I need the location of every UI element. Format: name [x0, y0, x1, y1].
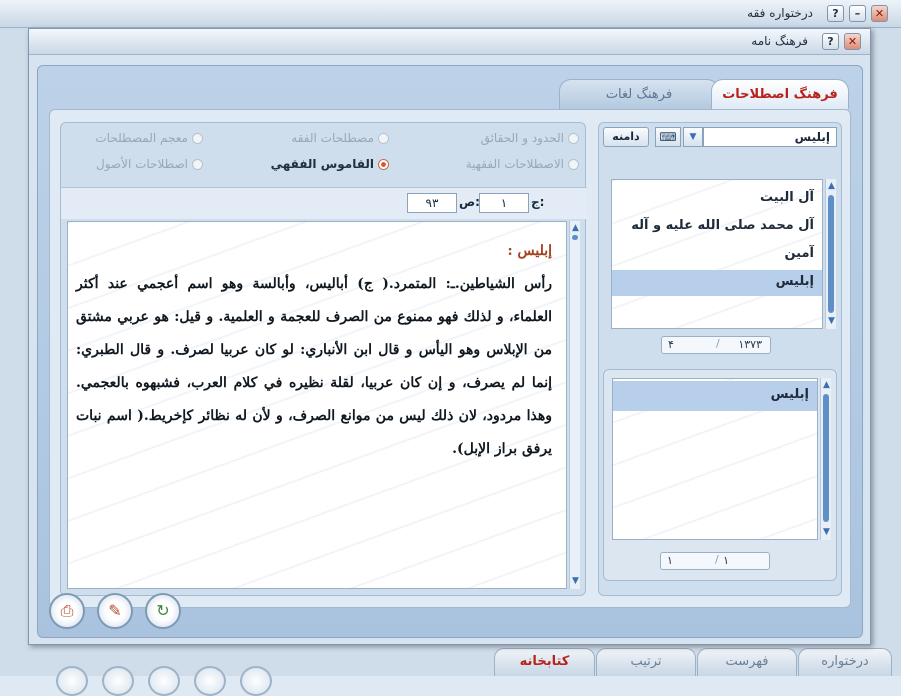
volume-field[interactable]: ۱: [479, 193, 529, 213]
outer-window-title: درختواره فقه: [747, 6, 813, 20]
inner-help-button[interactable]: ?: [822, 33, 839, 50]
scroll-up-icon[interactable]: ▲: [570, 223, 581, 234]
outer-titlebar: ✕ – ? درختواره فقه: [0, 0, 901, 28]
scroll-down-icon[interactable]: ▼: [826, 316, 837, 327]
result-list-item[interactable]: إبليس: [771, 387, 809, 402]
domain-button[interactable]: دامنه: [603, 127, 649, 147]
entry-textbox: إبليس : رأس الشياطين.ـ: المتمرد.( ج) أبال…: [67, 221, 567, 589]
outer-close-button[interactable]: ✕: [871, 5, 888, 22]
scroll-thumb[interactable]: [828, 195, 834, 313]
radio-qamus[interactable]: القاموس الفقهي: [271, 157, 389, 171]
term-list-item[interactable]: آل محمد صلى الله عليه و آله: [631, 218, 814, 233]
radio-hudud[interactable]: الحدود و الحقائق: [481, 131, 579, 145]
term-list-item[interactable]: آل البيت: [760, 190, 814, 205]
radio-dot: [192, 159, 203, 170]
outer-help-button[interactable]: ?: [827, 5, 844, 22]
tab-terms-glossary[interactable]: فرهنگ اصطلاحات: [711, 79, 849, 109]
glossary-window: ✕ ? فرهنگ نامه فرهنگ اصطلاحات فرهنگ لغات…: [28, 28, 871, 645]
result-counter-total: ۱: [723, 554, 729, 567]
term-list[interactable]: آل البيت آل محمد صلى الله عليه و آله آمي…: [611, 179, 823, 329]
radio-dot: [378, 159, 389, 170]
result-list-scrollbar[interactable]: ▲ ▼: [820, 378, 831, 540]
term-counter-total: ۱۳۷۳: [738, 338, 762, 351]
term-counter: ۱۳۷۳ / ۴: [661, 336, 771, 354]
dropdown-chevron-icon[interactable]: ▼: [683, 127, 703, 147]
bottom-tab-order[interactable]: ترتیب: [596, 648, 696, 676]
tab-dictionary[interactable]: فرهنگ لغات: [559, 79, 719, 109]
radio-mujam[interactable]: معجم المصطلحات: [95, 131, 203, 145]
radio-dot: [568, 133, 579, 144]
radio-label: اصطلاحات الأصول: [96, 157, 188, 171]
counter-divider: /: [715, 553, 719, 566]
radio-mustalahat-fiqh[interactable]: مصطلحات الفقه: [291, 131, 389, 145]
scroll-up-icon[interactable]: ▲: [826, 181, 837, 192]
radio-istilahat-fiqhiyya[interactable]: الاصطلاحات الفقهية: [466, 157, 579, 171]
scroll-thumb[interactable]: [823, 394, 829, 522]
keyboard-icon[interactable]: ⌨: [655, 127, 681, 147]
export-icon[interactable]: ↻: [145, 593, 181, 629]
page-field[interactable]: ۹۳: [407, 193, 457, 213]
inner-window-title: فرهنگ نامه: [751, 34, 808, 48]
search-input[interactable]: إبليس: [703, 127, 837, 147]
scroll-up-icon[interactable]: ▲: [821, 380, 832, 391]
counter-divider: /: [716, 337, 720, 350]
outer-toolbar-icon[interactable]: [240, 666, 272, 696]
outer-toolbar-icon[interactable]: [148, 666, 180, 696]
page-ref-bar: ج: ۱ ص: ۹۳: [61, 187, 587, 219]
radio-dot: [192, 133, 203, 144]
volume-label: ج:: [531, 195, 545, 209]
entry-text: إبليس : رأس الشياطين.ـ: المتمرد.( ج) أبال…: [76, 240, 552, 466]
radio-label: القاموس الفقهي: [270, 157, 374, 171]
term-counter-current: ۴: [668, 338, 674, 351]
radio-label: مصطلحات الفقه: [291, 131, 374, 145]
result-panel: إبليس ▲ ▼ ۱ / ۱: [603, 369, 837, 581]
radio-dot: [378, 133, 389, 144]
result-list[interactable]: إبليس: [612, 378, 818, 540]
term-list-item[interactable]: آمين: [784, 246, 814, 261]
terms-panel: إبليس ▼ ⌨ دامنه آل البيت آل محمد صلى الل…: [598, 122, 842, 596]
radio-label: معجم المصطلحات: [95, 131, 188, 145]
bottom-tab-library[interactable]: کتابخانه: [494, 648, 595, 676]
entry-scrollbar[interactable]: ▲ ▼: [569, 221, 580, 589]
scroll-down-icon[interactable]: ▼: [570, 576, 581, 587]
scroll-down-icon[interactable]: ▼: [821, 527, 832, 538]
outer-toolbar-icon[interactable]: [102, 666, 134, 696]
radio-dot: [568, 159, 579, 170]
inner-titlebar: ✕ ? فرهنگ نامه: [29, 29, 870, 55]
page-label: ص:: [459, 195, 480, 209]
result-counter: ۱ / ۱: [660, 552, 770, 570]
scroll-thumb[interactable]: [572, 235, 578, 240]
inner-close-button[interactable]: ✕: [844, 33, 861, 50]
radio-label: الحدود و الحقائق: [480, 131, 564, 145]
bottom-tab-index[interactable]: فهرست: [697, 648, 797, 676]
entry-panel: الحدود و الحقائق مصطلحات الفقه معجم المص…: [60, 122, 587, 596]
outer-toolbar-icon[interactable]: [56, 666, 88, 696]
edit-icon[interactable]: ✎: [97, 593, 133, 629]
outer-minimize-button[interactable]: –: [849, 5, 866, 22]
term-list-scrollbar[interactable]: ▲ ▼: [825, 179, 836, 329]
result-counter-current: ۱: [667, 554, 673, 567]
outer-toolbar-icon[interactable]: [194, 666, 226, 696]
print-icon[interactable]: ⎙: [49, 593, 85, 629]
radio-label: الاصطلاحات الفقهية: [465, 157, 564, 171]
entry-heading: إبليس :: [507, 243, 552, 259]
bottom-tab-tree[interactable]: درختواره: [798, 648, 892, 676]
radio-usul[interactable]: اصطلاحات الأصول: [96, 157, 203, 171]
content-area: الحدود و الحقائق مصطلحات الفقه معجم المص…: [49, 109, 851, 608]
term-list-item[interactable]: إبليس: [776, 274, 814, 289]
entry-body: رأس الشياطين.ـ: المتمرد.( ج) أباليس، وأب…: [76, 276, 552, 457]
